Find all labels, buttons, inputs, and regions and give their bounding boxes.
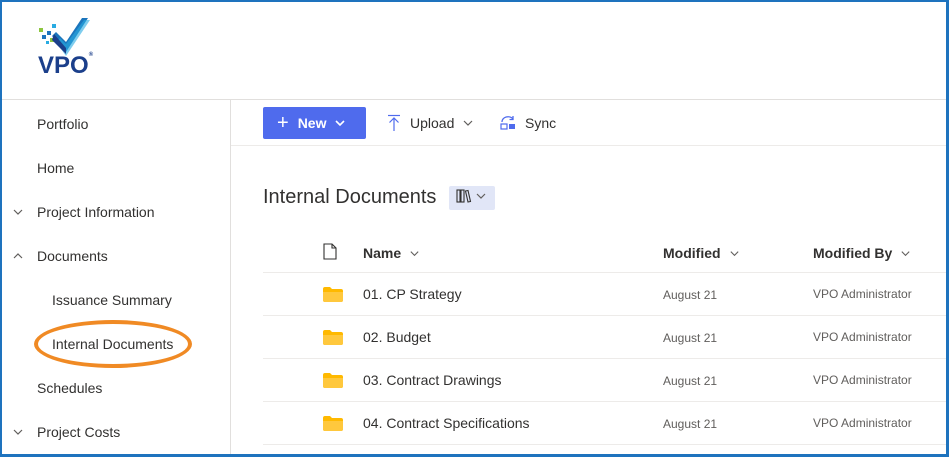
sidebar-item-label: Project Costs [37, 424, 121, 440]
brand-wordmark: VPO® [38, 52, 93, 80]
upload-button[interactable]: Upload [386, 107, 474, 139]
app-frame: VPO® Portfolio Home Project Information … [0, 0, 949, 457]
column-modified[interactable]: Modified [663, 234, 740, 272]
plus-icon: + [277, 112, 289, 134]
folder-icon [323, 330, 343, 345]
brand-tm: ® [88, 52, 94, 58]
chevron-down-icon [334, 117, 346, 129]
sidebar-item-label: Home [37, 160, 75, 176]
file-type-icon [323, 243, 337, 263]
column-name[interactable]: Name [363, 234, 420, 272]
row-modified: August 21 [663, 331, 718, 345]
sidebar-item-label: Issuance Summary [52, 292, 172, 308]
row-modified: August 21 [663, 288, 718, 302]
row-modified-by: VPO Administrator [813, 330, 912, 344]
table-row[interactable]: 01. CP Strategy August 21 VPO Administra… [263, 273, 946, 316]
row-modified-by: VPO Administrator [813, 287, 912, 301]
row-modified: August 21 [663, 417, 718, 431]
column-modified-label: Modified [663, 245, 721, 261]
row-modified-by: VPO Administrator [813, 416, 912, 430]
sidebar-item-label: Portfolio [37, 116, 89, 132]
library-title: Internal Documents [263, 186, 437, 208]
sidebar-item-label: Documents [37, 248, 108, 264]
row-modified: August 21 [663, 374, 718, 388]
sidebar-item-internal-documents[interactable]: Internal Documents [2, 322, 231, 366]
table-row[interactable]: 03. Contract Drawings August 21 VPO Admi… [263, 359, 946, 402]
row-modified-by: VPO Administrator [813, 373, 912, 387]
chevron-down-icon [900, 248, 911, 259]
folder-icon [323, 287, 343, 302]
sidebar: Portfolio Home Project Information Docum… [2, 100, 231, 454]
sidebar-item-label: Internal Documents [52, 336, 174, 352]
chevron-up-icon[interactable] [11, 249, 25, 263]
sidebar-item-schedules[interactable]: Schedules [2, 366, 231, 410]
table-row[interactable]: 04. Contract Specifications August 21 VP… [263, 402, 946, 445]
chevron-down-icon[interactable] [11, 205, 25, 219]
column-modified-by[interactable]: Modified By [813, 234, 911, 272]
sync-icon [499, 114, 517, 132]
new-button[interactable]: + New [263, 107, 366, 139]
sidebar-item-label: Project Information [37, 204, 155, 220]
sync-label: Sync [525, 115, 557, 131]
column-type[interactable] [323, 234, 337, 272]
sidebar-item-home[interactable]: Home [2, 146, 231, 190]
row-name[interactable]: 04. Contract Specifications [363, 415, 530, 431]
command-bar: + New Upload Sync [231, 100, 946, 146]
chevron-down-icon [462, 117, 474, 129]
library-view-icon [455, 188, 489, 209]
table-row[interactable]: 02. Budget August 21 VPO Administrator [263, 316, 946, 359]
upload-icon [386, 114, 402, 132]
folder-icon [323, 416, 343, 431]
chevron-down-icon[interactable] [11, 425, 25, 439]
row-name[interactable]: 03. Contract Drawings [363, 372, 502, 388]
chevron-down-icon [729, 248, 740, 259]
upload-label: Upload [410, 115, 455, 131]
sidebar-item-label: Schedules [37, 380, 103, 396]
sync-button[interactable]: Sync [499, 107, 556, 139]
new-button-label: New [297, 115, 327, 131]
chevron-down-icon [409, 248, 420, 259]
sidebar-item-portfolio[interactable]: Portfolio [2, 102, 231, 146]
brand-name: VPO [38, 52, 89, 79]
sidebar-item-project-information[interactable]: Project Information [2, 190, 231, 234]
sidebar-item-issuance-summary[interactable]: Issuance Summary [2, 278, 231, 322]
library-view-button[interactable] [449, 186, 495, 210]
row-name[interactable]: 01. CP Strategy [363, 286, 462, 302]
row-name[interactable]: 02. Budget [363, 329, 431, 345]
top-bar: VPO® [2, 2, 946, 100]
column-name-label: Name [363, 245, 402, 261]
sidebar-item-project-costs[interactable]: Project Costs [2, 410, 231, 454]
sidebar-item-documents[interactable]: Documents [2, 234, 231, 278]
folder-icon [323, 373, 343, 388]
column-modified-by-label: Modified By [813, 245, 893, 261]
